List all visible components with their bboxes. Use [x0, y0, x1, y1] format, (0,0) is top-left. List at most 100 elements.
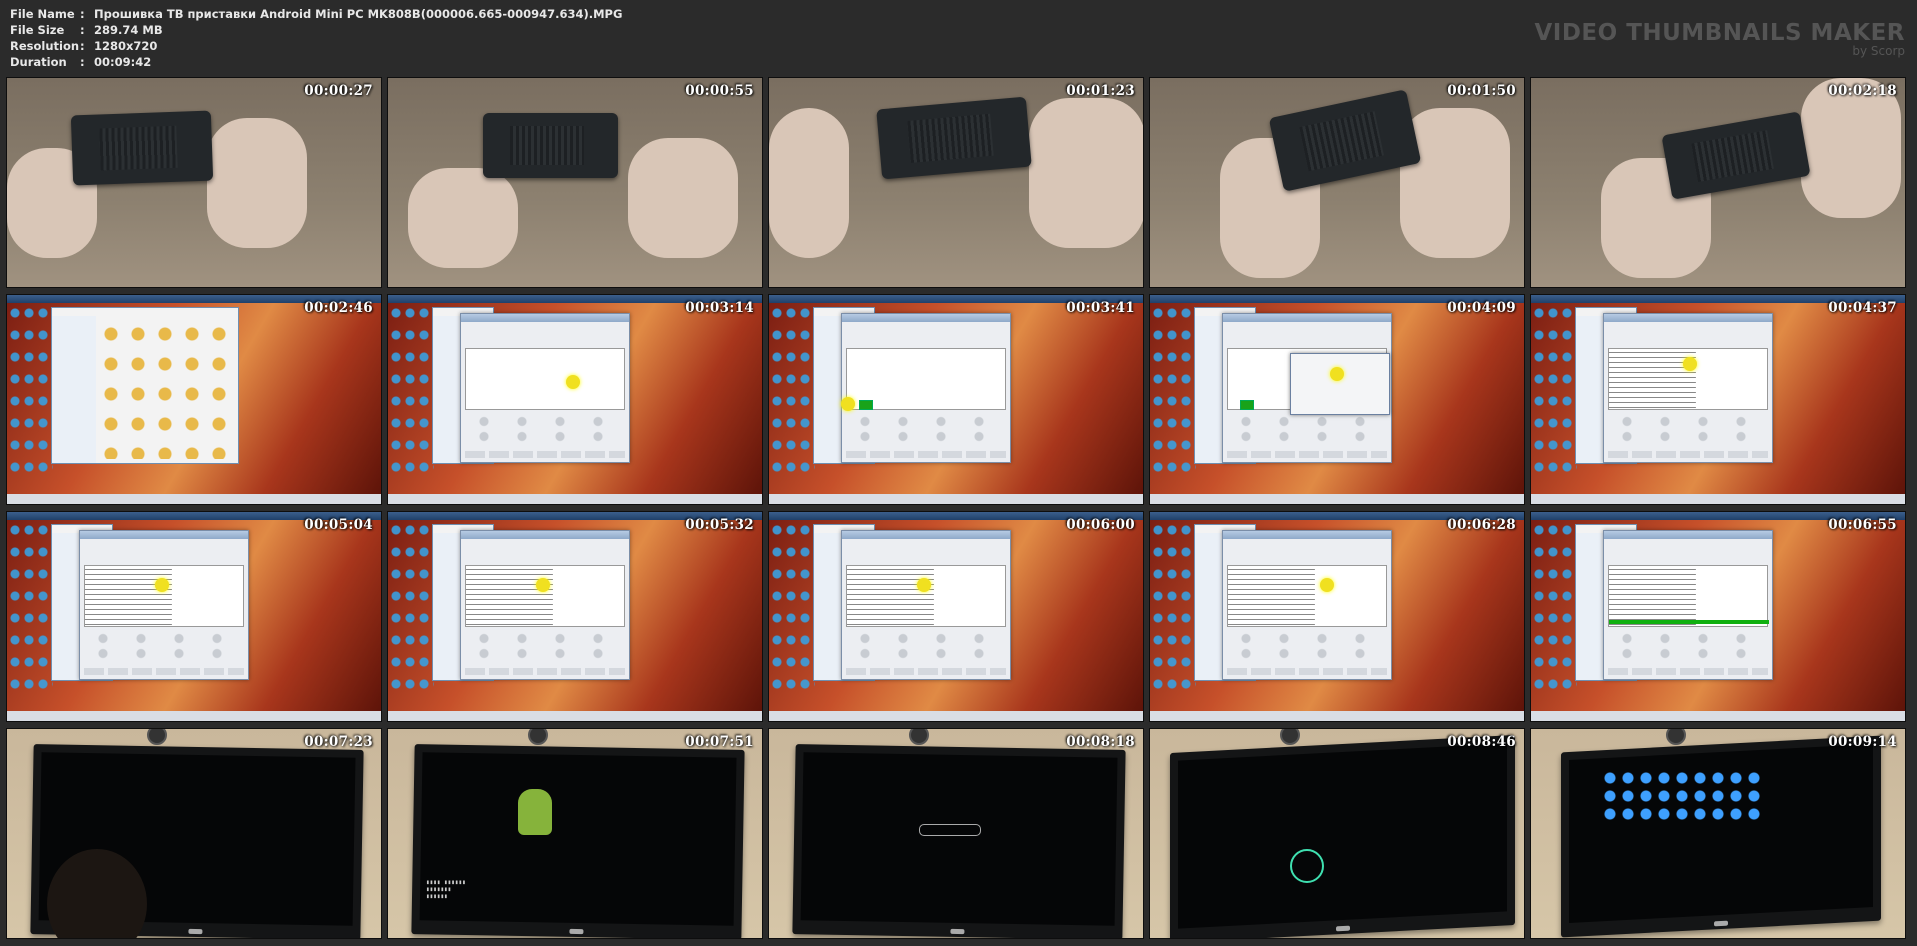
- connected-device-indicator: [859, 400, 873, 410]
- status-bar: [1150, 711, 1524, 721]
- thumbnail[interactable]: 00:03:14: [387, 294, 763, 505]
- flash-progress-bar: [1609, 620, 1769, 624]
- thumbnail-grid: 00:00:27 00:00:55 00:01:23 00:01:50 00:0…: [6, 77, 1906, 939]
- desktop-icons: [9, 524, 53, 694]
- file-name-value: Прошивка ТВ приставки Android Mini PC MK…: [94, 7, 623, 21]
- status-bar: [769, 494, 1143, 504]
- rockchip-tool-dialog: [460, 530, 630, 680]
- hand-image: [769, 108, 849, 258]
- cursor-highlight: [841, 397, 855, 411]
- thumbnail[interactable]: 00:04:09: [1149, 294, 1525, 505]
- file-open-dialog: [1290, 353, 1390, 415]
- rockchip-tool-dialog: [1603, 313, 1773, 463]
- timestamp: 00:03:41: [1066, 300, 1135, 316]
- timestamp: 00:06:55: [1828, 517, 1897, 533]
- timestamp: 00:01:23: [1066, 83, 1135, 99]
- explorer-window: [51, 307, 239, 464]
- wall-clock: [528, 729, 548, 745]
- resolution-value: 1280x720: [94, 39, 158, 53]
- status-bar: [388, 494, 762, 504]
- timestamp: 00:00:55: [685, 83, 754, 99]
- resolution-row: Resolution: 1280x720: [10, 39, 158, 53]
- recovery-text: ▮▮▮▮ ▮▮▮▮▮▮ ▮▮▮▮▮▮▮ ▮▮▮▮▮▮: [426, 879, 466, 900]
- cursor-highlight: [1330, 367, 1344, 381]
- thumbnail[interactable]: 00:02:46: [6, 294, 382, 505]
- brand-title: VIDEO THUMBNAILS MAKER: [1534, 20, 1905, 46]
- device-stick: [1661, 111, 1811, 200]
- hand-image: [1400, 108, 1510, 258]
- thumbnail[interactable]: 00:00:55: [387, 77, 763, 288]
- status-bar: [1531, 494, 1905, 504]
- duration-label: Duration: [10, 55, 67, 69]
- thumbnail[interactable]: 00:06:55: [1530, 511, 1906, 722]
- status-bar: [1531, 711, 1905, 721]
- wall-clock: [1280, 729, 1300, 745]
- rockchip-tool-dialog: [1603, 530, 1773, 680]
- timestamp: 00:07:23: [304, 734, 373, 750]
- rockchip-tool-dialog: [1222, 530, 1392, 680]
- timestamp: 00:06:28: [1447, 517, 1516, 533]
- timestamp: 00:04:37: [1828, 300, 1897, 316]
- rockchip-tool-dialog: [841, 530, 1011, 680]
- thumbnail[interactable]: 00:06:28: [1149, 511, 1525, 722]
- file-size-value: 289.74 MB: [94, 23, 163, 37]
- device-stick: [483, 113, 618, 178]
- thumbnail[interactable]: 00:09:14: [1530, 728, 1906, 939]
- desktop-icons: [1152, 524, 1196, 694]
- thumbnail[interactable]: 00:05:04: [6, 511, 382, 722]
- thumbnail[interactable]: 00:01:50: [1149, 77, 1525, 288]
- device-stick: [1268, 89, 1422, 192]
- status-bar: [7, 494, 381, 504]
- duration-row: Duration: 00:09:42: [10, 55, 152, 69]
- timestamp: 00:00:27: [304, 83, 373, 99]
- thumbnail[interactable]: 00:01:23: [768, 77, 1144, 288]
- status-bar: [7, 711, 381, 721]
- file-info: File Name: Прошивка ТВ приставки Android…: [10, 6, 622, 70]
- desktop-icons: [771, 307, 815, 477]
- cursor-highlight: [536, 578, 550, 592]
- thumbnail[interactable]: 00:07:23: [6, 728, 382, 939]
- timestamp: 00:03:14: [685, 300, 754, 316]
- thumbnail[interactable]: 00:08:18: [768, 728, 1144, 939]
- thumbnail[interactable]: 00:03:41: [768, 294, 1144, 505]
- thumbnail[interactable]: 00:08:46: [1149, 728, 1525, 939]
- brand-logo: VIDEO THUMBNAILS MAKER by Scorp: [1534, 20, 1905, 58]
- device-stick: [876, 96, 1032, 180]
- thumbnail[interactable]: ▮▮▮▮ ▮▮▮▮▮▮ ▮▮▮▮▮▮▮ ▮▮▮▮▮▮ 00:07:51: [387, 728, 763, 939]
- timestamp: 00:09:14: [1828, 734, 1897, 750]
- duration-value: 00:09:42: [94, 55, 152, 69]
- cursor-highlight: [566, 375, 580, 389]
- desktop-icons: [390, 307, 434, 477]
- timestamp: 00:08:46: [1447, 734, 1516, 750]
- cursor-highlight: [155, 578, 169, 592]
- app-icons-grid: [1601, 769, 1761, 823]
- desktop-icons: [1533, 524, 1577, 694]
- cursor-highlight: [917, 578, 931, 592]
- thumbnail[interactable]: 00:05:32: [387, 511, 763, 722]
- status-bar: [769, 711, 1143, 721]
- desktop-icons: [1152, 307, 1196, 477]
- brand-subtitle: by Scorp: [1852, 44, 1905, 58]
- cursor-highlight: [1683, 357, 1697, 371]
- thumbnail[interactable]: 00:00:27: [6, 77, 382, 288]
- hand-image: [628, 138, 738, 258]
- timestamp: 00:02:46: [304, 300, 373, 316]
- file-name-row: File Name: Прошивка ТВ приставки Android…: [10, 7, 623, 21]
- cursor-highlight: [1320, 578, 1334, 592]
- thumbnail[interactable]: 00:04:37: [1530, 294, 1906, 505]
- wall-clock: [909, 729, 929, 745]
- file-name-label: File Name: [10, 7, 75, 21]
- file-size-label: File Size: [10, 23, 65, 37]
- thumbnail[interactable]: 00:02:18: [1530, 77, 1906, 288]
- hand-image: [1029, 98, 1143, 248]
- thumbnail[interactable]: 00:06:00: [768, 511, 1144, 722]
- desktop-icons: [1533, 307, 1577, 477]
- tv-screen: [1561, 735, 1881, 938]
- hand-image: [1801, 78, 1901, 218]
- desktop-icons: [771, 524, 815, 694]
- tv-screen: [411, 744, 745, 938]
- wall-clock: [147, 729, 167, 745]
- tv-screen: [792, 744, 1126, 938]
- connected-device-indicator: [1240, 400, 1254, 410]
- hand-image: [207, 118, 307, 248]
